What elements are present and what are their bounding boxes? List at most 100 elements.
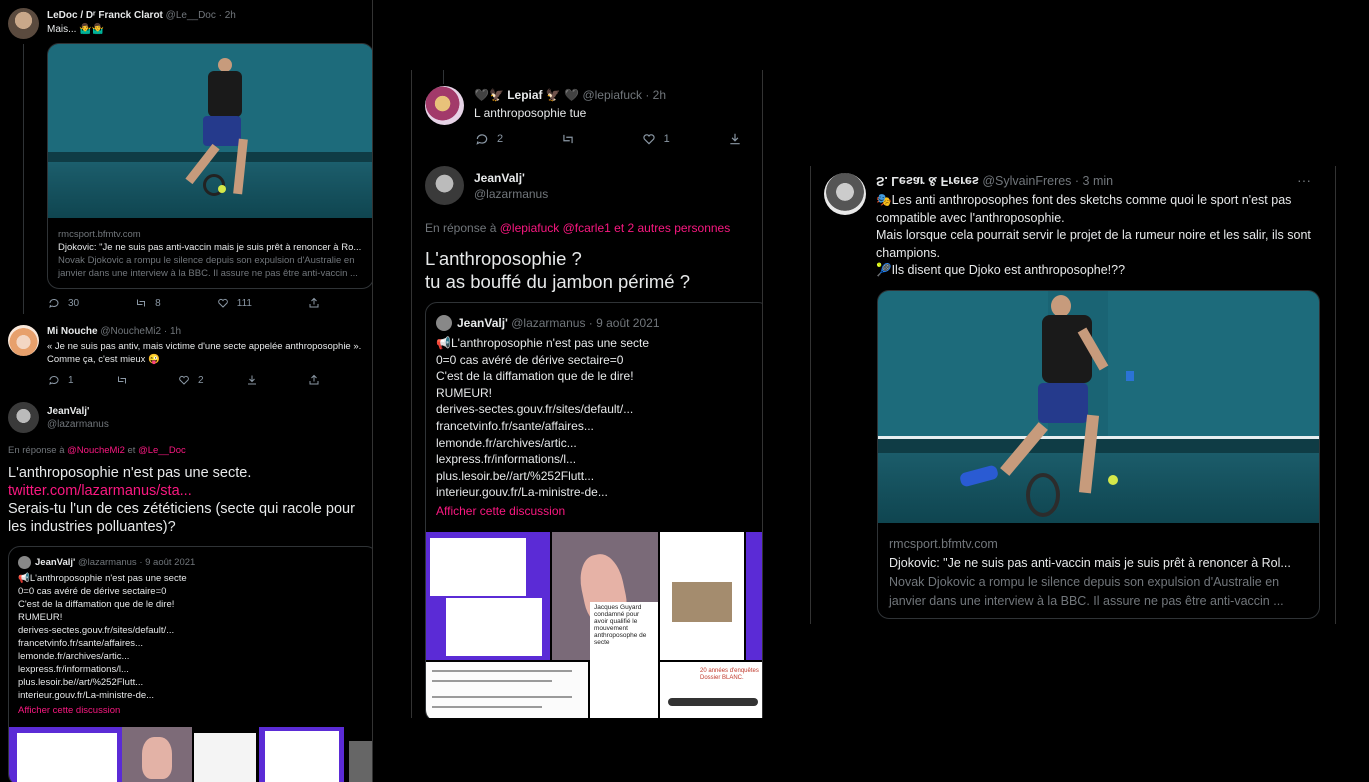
like-count: 111: [236, 297, 252, 309]
thread-line: [443, 70, 444, 84]
author-name[interactable]: 🖤🦅 Lepiaf 🦅 🖤: [474, 88, 579, 102]
like-button[interactable]: 1: [642, 132, 670, 146]
reply-context: En réponse à @NoucheMi2 et @Le__Doc: [8, 445, 186, 456]
link-card[interactable]: rmcsport.bfmtv.com Djokovic: "Je ne suis…: [877, 290, 1320, 619]
author-handle[interactable]: @NoucheMi2 · 1h: [100, 326, 181, 337]
like-count: 1: [663, 133, 670, 145]
author-handle[interactable]: @lepiafuck · 2h: [582, 88, 666, 102]
retweet-icon: [137, 299, 146, 307]
like-count: 2: [198, 374, 204, 386]
avatar[interactable]: [425, 166, 464, 205]
avatar: [436, 315, 452, 331]
avatar[interactable]: [824, 173, 866, 215]
avatar[interactable]: [8, 325, 39, 356]
panel-border: [810, 166, 811, 624]
avatar: [18, 556, 31, 569]
card-description: Novak Djokovic a rompu le silence depuis…: [889, 575, 1284, 608]
reply-and: et: [127, 445, 136, 456]
heart-icon: [217, 298, 228, 308]
middle-panel: 🖤🦅 Lepiaf 🦅 🖤 @lepiafuck · 2h L anthropo…: [411, 70, 763, 718]
quoted-tweet[interactable]: JeanValj' @lazarmanus · 9 août 2021 📢L'a…: [425, 302, 763, 718]
reply-button[interactable]: 2: [475, 132, 503, 146]
card-domain: rmcsport.bfmtv.com: [889, 537, 998, 551]
quote-author-name: JeanValj': [457, 316, 508, 330]
panel-border: [1335, 166, 1336, 624]
avatar[interactable]: [425, 86, 464, 125]
author-name[interactable]: Mi Nouche: [47, 326, 98, 337]
tweet-actions: 2 1: [475, 132, 750, 146]
card-title: Djokovic: "Je ne suis pas anti-vaccin ma…: [889, 556, 1291, 570]
thread-line: [411, 70, 412, 718]
retweet-button[interactable]: [561, 132, 583, 146]
author-name[interactable]: S. Lesar & Freres: [876, 174, 979, 188]
quote-text: 📢L'anthroposophie n'est pas une secte 0=…: [18, 573, 187, 701]
thumb-headline: Jacques Guyard condamné pour avoir quali…: [594, 604, 647, 646]
retweet-count: 8: [155, 297, 161, 309]
reply-button[interactable]: 30: [48, 297, 79, 309]
reply-icon: [49, 375, 59, 385]
retweet-button[interactable]: [116, 374, 136, 386]
download-button[interactable]: [728, 132, 750, 146]
quote-text: 📢L'anthroposophie n'est pas une secte 0=…: [436, 336, 649, 500]
author-name[interactable]: JeanValj': [474, 170, 548, 186]
quote-author-name: JeanValj': [35, 557, 76, 568]
tweet-text: Mais... 🤷‍♂️🤷‍♂️: [47, 24, 105, 35]
download-icon: [730, 133, 740, 145]
avatar[interactable]: [8, 402, 39, 433]
card-description: Novak Djokovic a rompu le silence depuis…: [58, 255, 358, 279]
retweet-icon: [563, 134, 574, 144]
author-handle[interactable]: @Le__Doc · 2h: [166, 10, 236, 21]
download-button[interactable]: [246, 374, 266, 386]
tweet-text: L anthroposophie tue: [474, 106, 587, 120]
reply-button[interactable]: 1: [48, 374, 74, 386]
quote-meta: @lazarmanus · 9 août 2021: [77, 557, 196, 568]
author-handle[interactable]: @lazarmanus: [47, 418, 109, 431]
reply-user-link[interactable]: @Le__Doc: [138, 445, 186, 456]
share-icon: [309, 297, 319, 308]
tweet-text: 🎭Les anti anthroposophes font des sketch…: [876, 193, 1311, 278]
like-button[interactable]: 111: [217, 297, 252, 309]
share-button[interactable]: [308, 374, 328, 386]
quote-meta: @lazarmanus · 9 août 2021: [511, 316, 660, 330]
reply-prefix: En réponse à: [8, 445, 65, 456]
thread-line: [23, 44, 24, 314]
retweet-button[interactable]: 8: [135, 297, 161, 309]
share-button[interactable]: [308, 297, 328, 309]
tweet-link[interactable]: twitter.com/lazarmanus/sta...: [8, 482, 373, 500]
download-icon: [247, 375, 256, 385]
tweet-text: L'anthroposophie ? tu as bouffé du jambo…: [425, 248, 690, 292]
retweet-icon: [117, 376, 126, 384]
author-handle[interactable]: @lazarmanus: [474, 186, 548, 202]
reply-user-link[interactable]: @lepiafuck @fcarle1: [500, 221, 611, 235]
quote-media[interactable]: Jacques Guyard condamné pour avoir quali…: [426, 532, 763, 718]
reply-user-link[interactable]: @NoucheMi2: [67, 445, 125, 456]
show-thread-link[interactable]: Afficher cette discussion: [436, 504, 565, 518]
reply-count: 30: [68, 297, 80, 309]
heart-icon: [179, 375, 189, 385]
reply-prefix: En réponse à: [425, 221, 497, 235]
panel-border: [762, 70, 763, 718]
reply-count: 1: [68, 374, 74, 386]
author-name[interactable]: LeDoc / Dʳ Franck Clarot: [47, 10, 163, 21]
reply-icon: [476, 134, 488, 145]
show-thread-link[interactable]: Afficher cette discussion: [18, 705, 120, 716]
reply-count: 2: [497, 133, 504, 145]
link-card[interactable]: rmcsport.bfmtv.com Djokovic: "Je ne suis…: [47, 43, 373, 289]
avatar[interactable]: [8, 8, 39, 39]
like-button[interactable]: 2: [178, 374, 204, 386]
tweet-text: L'anthroposophie n'est pas une secte.: [8, 465, 252, 481]
heart-icon: [642, 134, 655, 145]
author-name[interactable]: JeanValj': [47, 405, 109, 418]
card-image: [48, 44, 373, 218]
quote-media[interactable]: [9, 727, 373, 782]
reply-icon: [49, 298, 59, 308]
panel-border: [372, 0, 373, 782]
left-panel: LeDoc / Dʳ Franck Clarot @Le__Doc · 2h M…: [0, 0, 373, 782]
reply-others-link[interactable]: et 2 autres personnes: [614, 221, 730, 235]
tweet-text: « Je ne suis pas antiv, mais victime d'u…: [47, 341, 362, 365]
reply-context: En réponse à @lepiafuck @fcarle1 et 2 au…: [425, 221, 730, 235]
quoted-tweet[interactable]: JeanValj' @lazarmanus · 9 août 2021 📢L'a…: [8, 546, 373, 782]
author-handle[interactable]: @SylvainFreres · 3 min: [982, 174, 1113, 188]
more-options-icon[interactable]: ···: [1297, 172, 1311, 188]
card-title: Djokovic: "Je ne suis pas anti-vaccin ma…: [58, 242, 362, 253]
